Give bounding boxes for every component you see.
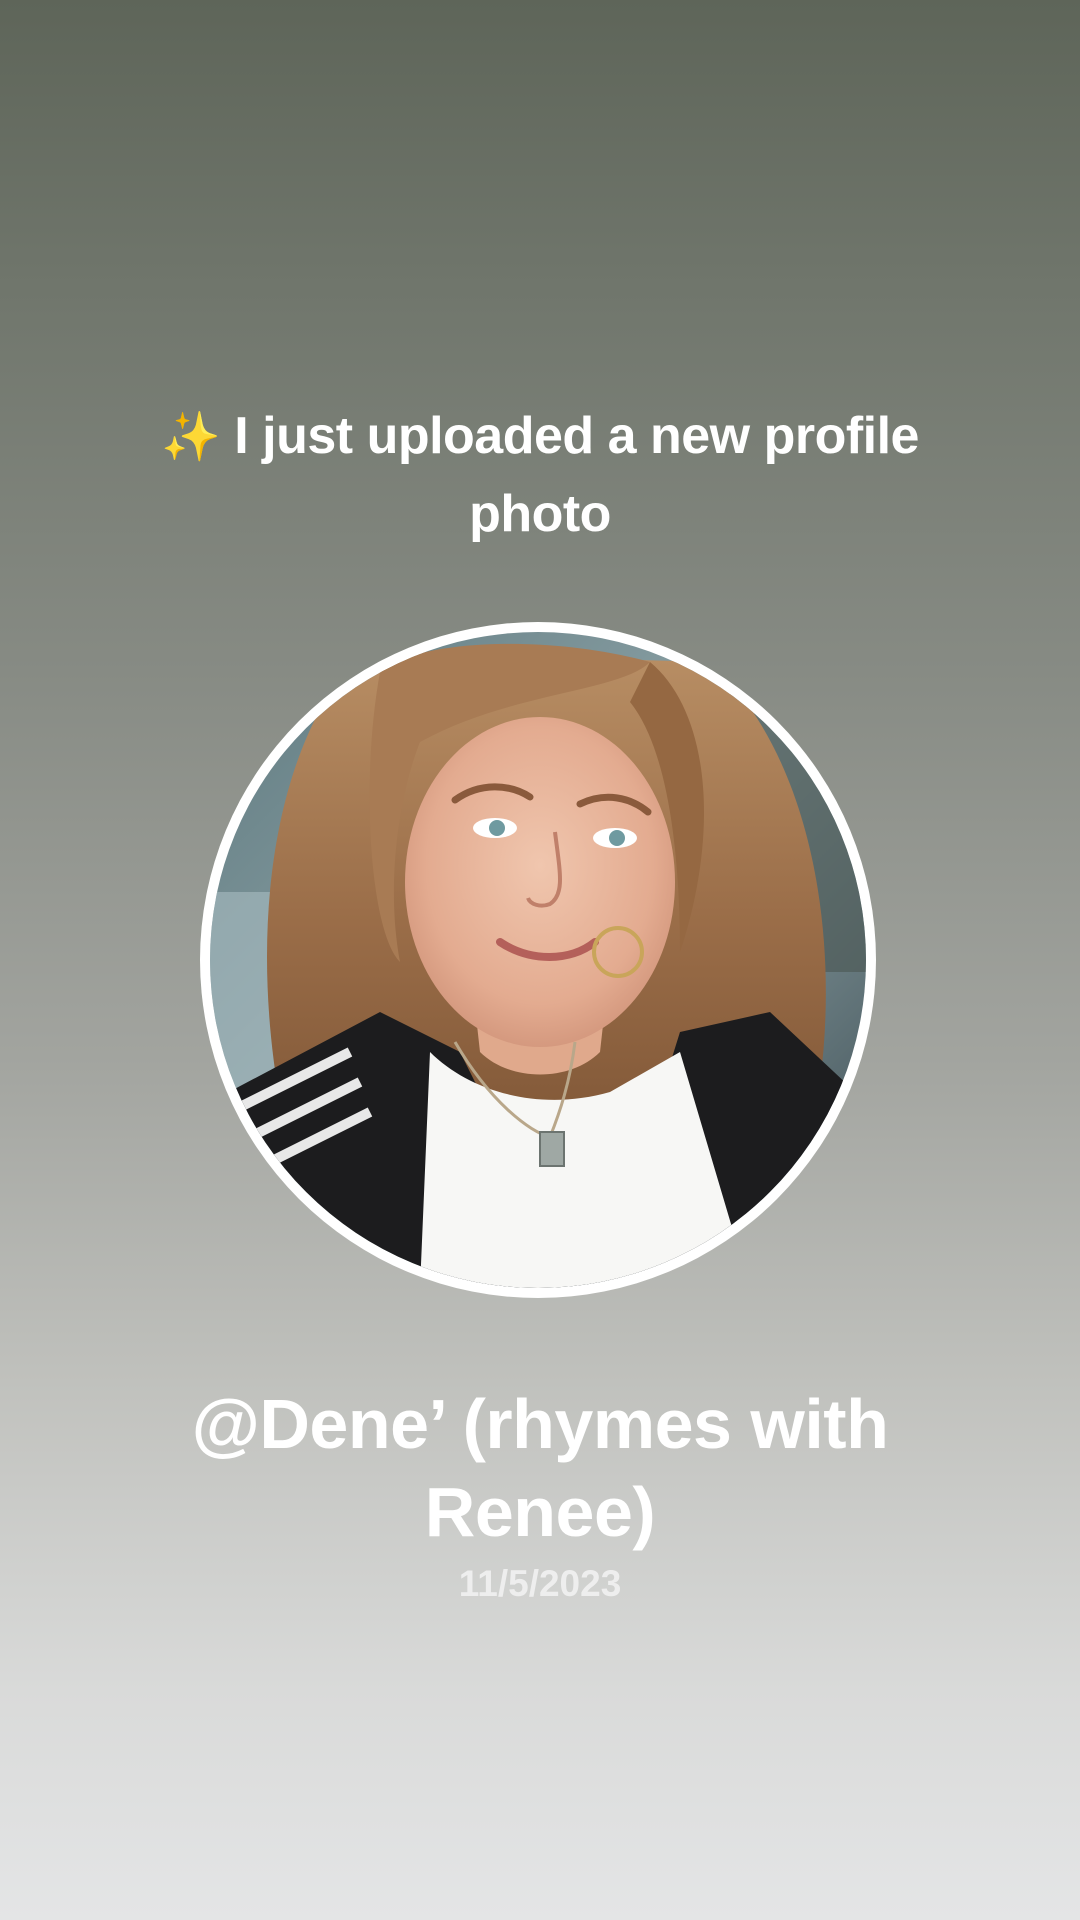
profile-photo: [210, 632, 866, 1288]
avatar-ring: [200, 622, 876, 1298]
username[interactable]: @Dene’ (rhymes with Renee): [90, 1380, 990, 1556]
post-date: 11/5/2023: [458, 1563, 622, 1604]
announcement-headline: ✨ I just uploaded a new profile photo: [140, 398, 940, 552]
profile-photo-announcement: ✨ I just uploaded a new profile photo @D…: [0, 0, 1080, 1920]
avatar[interactable]: [210, 632, 866, 1288]
sparkles-icon: ✨: [161, 411, 221, 464]
headline-text: I just uploaded a new profile photo: [234, 407, 919, 543]
